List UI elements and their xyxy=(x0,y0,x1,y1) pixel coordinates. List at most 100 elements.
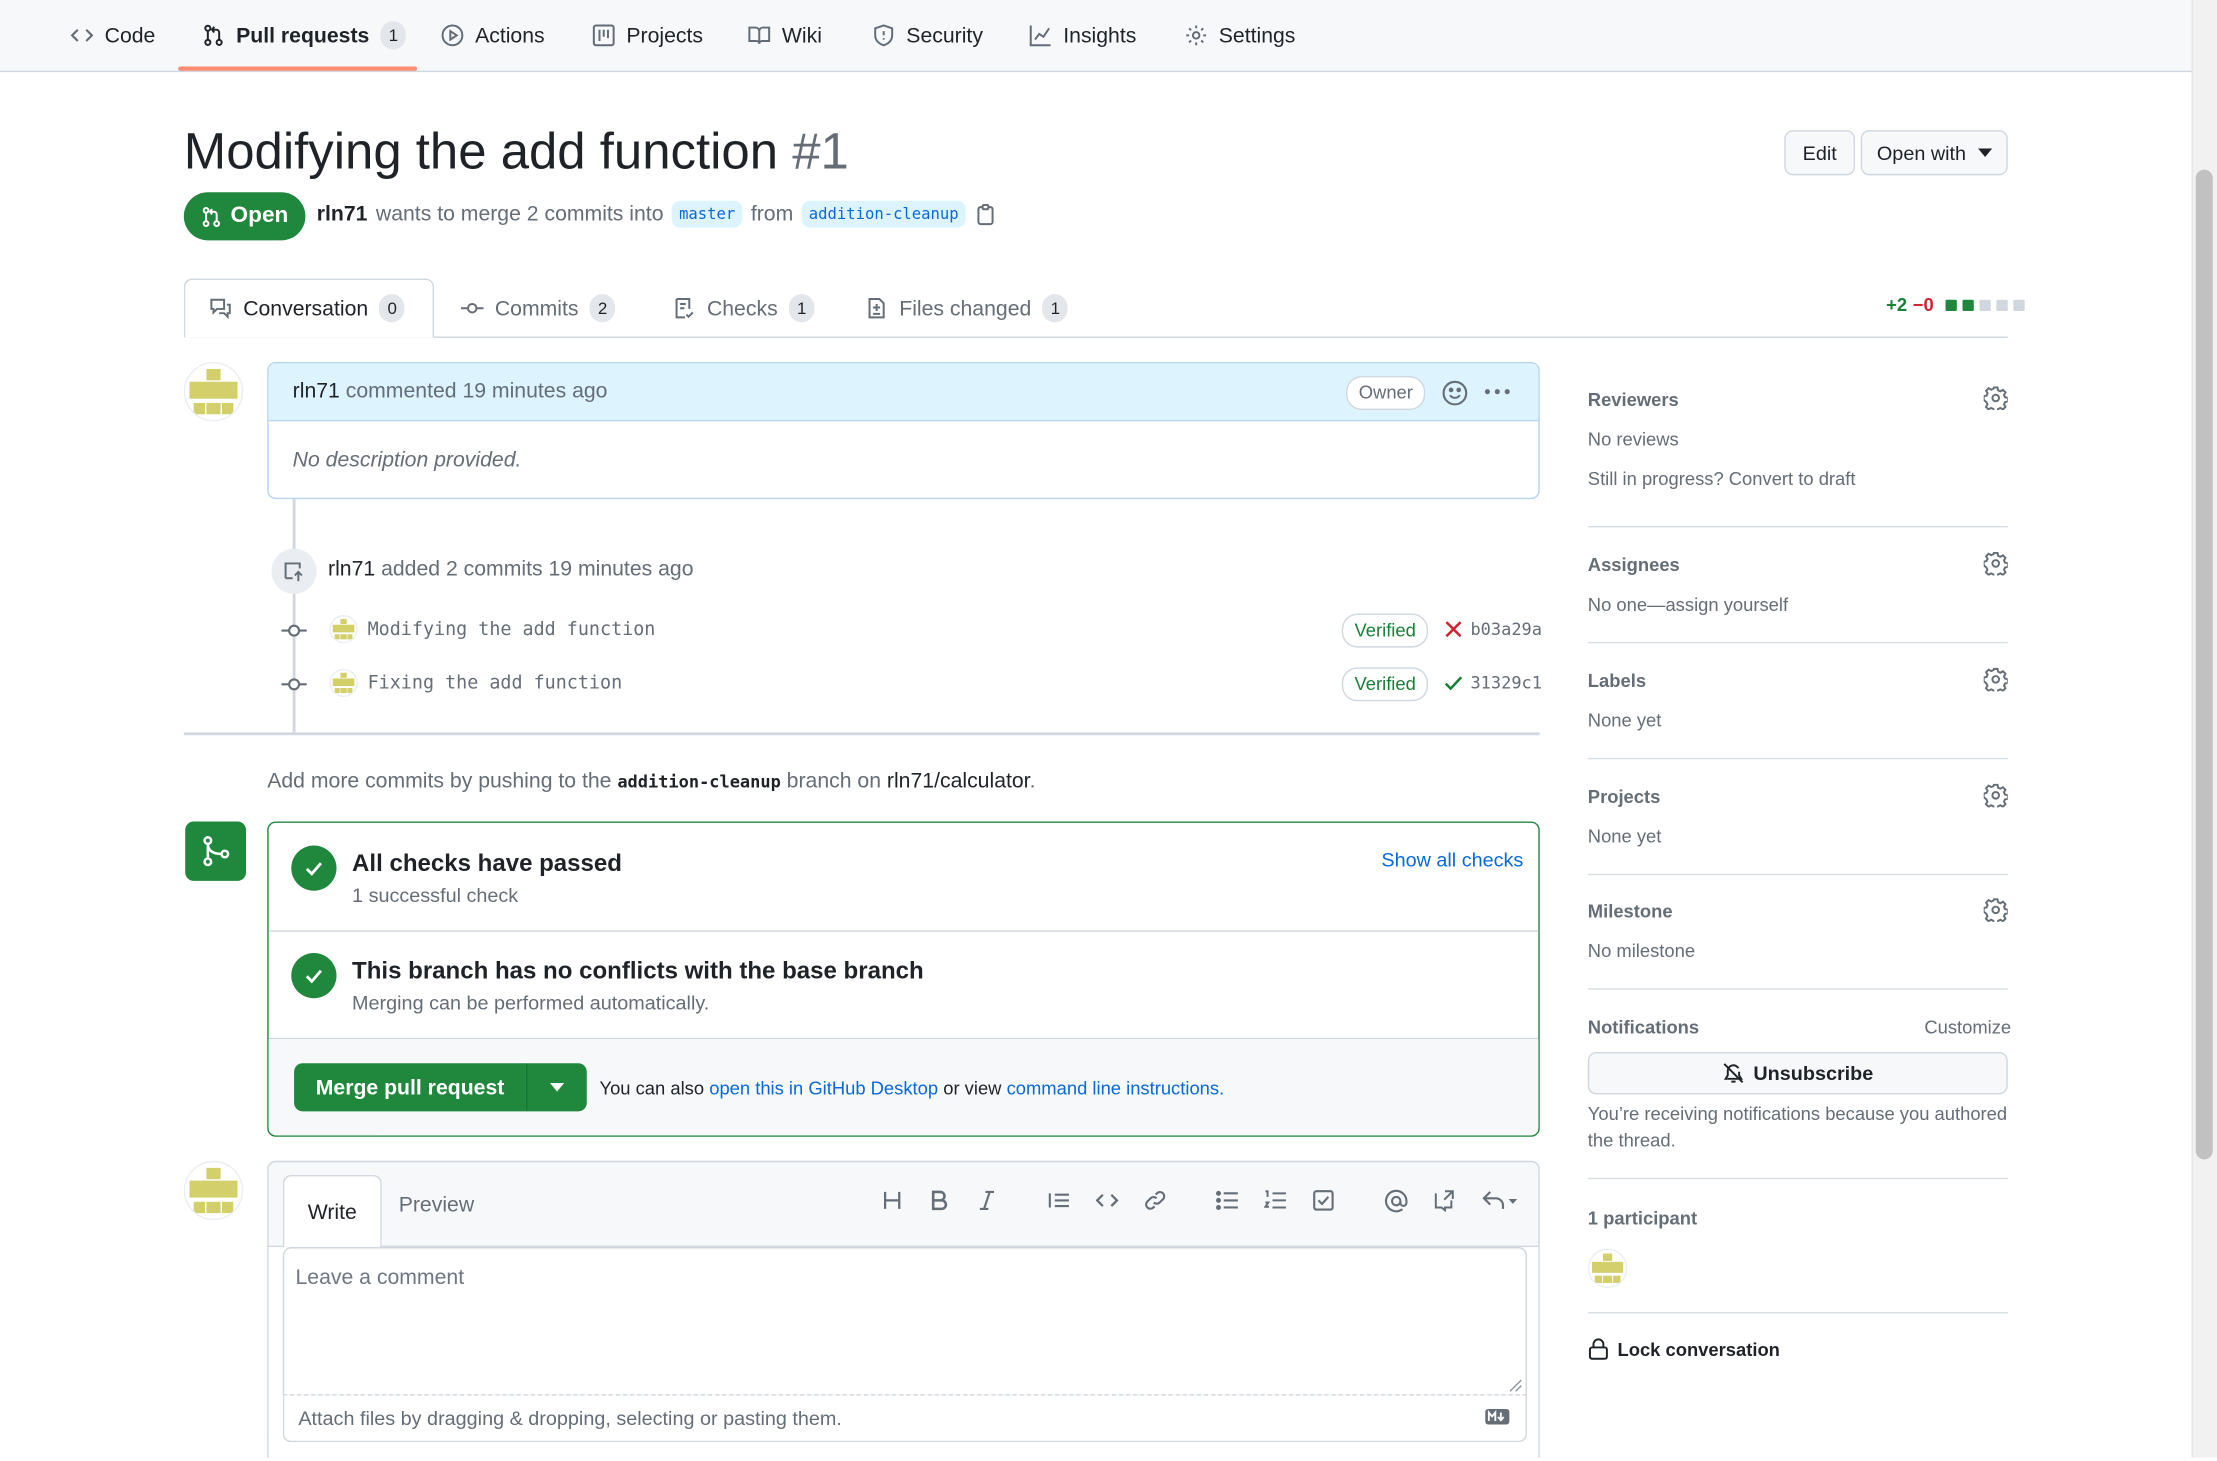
nav-wiki[interactable]: Wiki xyxy=(748,0,822,71)
comment-discussion-icon xyxy=(210,298,231,320)
task-list-button[interactable] xyxy=(1308,1185,1339,1216)
markdown-icon[interactable] xyxy=(1485,1408,1510,1425)
merge-box: All checks have passed 1 successful chec… xyxy=(267,821,1540,1137)
copy-icon[interactable] xyxy=(974,203,997,226)
tab-conversation[interactable]: Conversation 0 xyxy=(209,279,405,338)
code-button[interactable] xyxy=(1092,1185,1123,1216)
head-branch[interactable]: addition-cleanup xyxy=(801,200,966,228)
sidebar-reviewers-title[interactable]: Reviewers xyxy=(1588,389,1679,410)
customize-notifications-link[interactable]: Customize xyxy=(1924,1017,2011,1038)
merge-footer: Merge pull request You can also open thi… xyxy=(268,1039,1539,1136)
show-all-checks-link[interactable]: Show all checks xyxy=(1381,848,1523,871)
command-line-instructions-link[interactable]: command line instructions xyxy=(1007,1077,1220,1098)
open-with-button[interactable]: Open with xyxy=(1860,130,2008,176)
merge-section-divider xyxy=(268,930,1539,932)
participant-avatar[interactable] xyxy=(1587,1248,1628,1289)
sidebar-divider xyxy=(1587,525,2008,528)
sidebar-notifications-title: Notifications xyxy=(1587,1016,1700,1038)
tab-commits[interactable]: Commits 2 xyxy=(460,279,616,338)
sidebar-assignees-title[interactable]: Assignees xyxy=(1588,554,1680,575)
attach-files-bar[interactable]: Attach files by dragging & dropping, sel… xyxy=(282,1394,1528,1443)
scrollbar-thumb[interactable] xyxy=(2195,169,2213,1160)
commits-event-author[interactable]: rln71 xyxy=(328,557,375,581)
tab-checks[interactable]: Checks 1 xyxy=(673,279,815,338)
edit-button[interactable]: Edit xyxy=(1784,130,1856,176)
sidebar-projects-title[interactable]: Projects xyxy=(1588,786,1661,807)
verified-badge[interactable]: Verified xyxy=(1341,613,1429,648)
verified-badge[interactable]: Verified xyxy=(1341,667,1429,702)
tabs-divider xyxy=(183,336,2008,338)
convert-to-draft-link[interactable]: Still in progress? Convert to draft xyxy=(1588,468,1856,489)
smiley-icon[interactable] xyxy=(1441,379,1469,407)
merge-method-dropdown[interactable] xyxy=(525,1063,587,1112)
heading-button[interactable] xyxy=(877,1185,908,1216)
base-branch[interactable]: master xyxy=(672,200,743,228)
sidebar-milestone-title[interactable]: Milestone xyxy=(1588,901,1673,922)
link-button[interactable] xyxy=(1140,1185,1171,1216)
bell-slash-icon xyxy=(1723,1063,1744,1084)
gear-icon[interactable] xyxy=(1983,667,2008,692)
comment-textarea[interactable]: Leave a comment xyxy=(282,1247,1528,1396)
gear-icon[interactable] xyxy=(1983,783,2008,808)
comment-header: rln71 commented 19 minutes ago Owner xyxy=(268,363,1539,422)
nav-pull-requests[interactable]: Pull requests 1 xyxy=(202,0,407,71)
commit-author-avatar[interactable] xyxy=(329,668,358,698)
diffstat-block xyxy=(1945,299,1957,311)
commit-sha-link[interactable]: 31329c1 xyxy=(1470,673,1542,693)
nav-actions[interactable]: Actions xyxy=(441,0,545,71)
nav-projects[interactable]: Projects xyxy=(592,0,703,71)
diffstat-block xyxy=(2012,299,2025,311)
sidebar-labels-title[interactable]: Labels xyxy=(1588,670,1646,691)
tab-files-changed[interactable]: Files changed 1 xyxy=(865,279,1069,338)
graph-icon xyxy=(1029,25,1051,47)
git-commit-icon xyxy=(281,624,307,637)
lock-conversation-link[interactable]: Lock conversation xyxy=(1588,1338,1780,1361)
gear-icon[interactable] xyxy=(1983,386,2008,411)
sidebar-divider xyxy=(1587,1177,2008,1180)
repo-nav: Code Pull requests 1 Actions Projects Wi… xyxy=(0,0,2192,73)
check-icon xyxy=(305,862,323,876)
current-user-avatar[interactable] xyxy=(183,1160,244,1221)
quote-button[interactable] xyxy=(1043,1185,1074,1216)
commit-message-link[interactable]: Fixing the add function xyxy=(368,673,623,694)
nav-code[interactable]: Code xyxy=(70,0,155,71)
merge-pull-request-button[interactable]: Merge pull request xyxy=(294,1063,526,1112)
x-icon[interactable] xyxy=(1444,619,1464,639)
pull-request-icon xyxy=(204,24,223,46)
write-tab[interactable]: Write xyxy=(282,1174,382,1248)
commit-sha-link[interactable]: b03a29a xyxy=(1470,619,1542,639)
pr-author-link[interactable]: rln71 xyxy=(317,202,368,226)
gear-icon[interactable] xyxy=(1983,898,2008,922)
mention-icon xyxy=(1384,1189,1407,1212)
diffstat-block xyxy=(1962,299,1974,311)
nav-selected-underline xyxy=(178,66,418,71)
nav-insights[interactable]: Insights xyxy=(1029,0,1136,71)
cross-reference-button[interactable] xyxy=(1428,1185,1459,1216)
link-icon xyxy=(1145,1191,1166,1210)
open-github-desktop-link[interactable]: open this in GitHub Desktop xyxy=(709,1077,938,1098)
mention-button[interactable] xyxy=(1380,1185,1411,1216)
saved-replies-button[interactable] xyxy=(1479,1185,1521,1216)
gear-icon[interactable] xyxy=(1983,551,2008,576)
comment-author-link[interactable]: rln71 xyxy=(293,379,340,403)
git-commit-icon xyxy=(460,302,484,314)
bulleted-list-button[interactable] xyxy=(1212,1185,1243,1216)
nav-settings[interactable]: Settings xyxy=(1185,0,1295,71)
italic-button[interactable] xyxy=(971,1185,1002,1216)
resize-handle-icon[interactable] xyxy=(1509,1379,1523,1393)
sidebar-participants-title: 1 participant xyxy=(1587,1207,1698,1229)
bold-button[interactable] xyxy=(923,1185,954,1216)
check-icon[interactable] xyxy=(1444,673,1464,693)
numbered-list-button[interactable] xyxy=(1260,1185,1291,1216)
author-avatar[interactable] xyxy=(183,361,244,422)
commit-message-link[interactable]: Modifying the add function xyxy=(368,619,656,640)
nav-security[interactable]: Security xyxy=(872,0,983,71)
commit-author-avatar[interactable] xyxy=(329,615,358,644)
preview-tab[interactable]: Preview xyxy=(399,1193,474,1217)
repo-link[interactable]: rln71/calculator xyxy=(887,769,1030,793)
assign-yourself-link[interactable]: No one—assign yourself xyxy=(1588,594,1788,615)
pr-state-badge: Open xyxy=(183,192,306,241)
kebab-horizontal-icon[interactable] xyxy=(1483,380,1511,403)
code-icon xyxy=(70,28,94,42)
unsubscribe-button[interactable]: Unsubscribe xyxy=(1587,1051,2008,1095)
